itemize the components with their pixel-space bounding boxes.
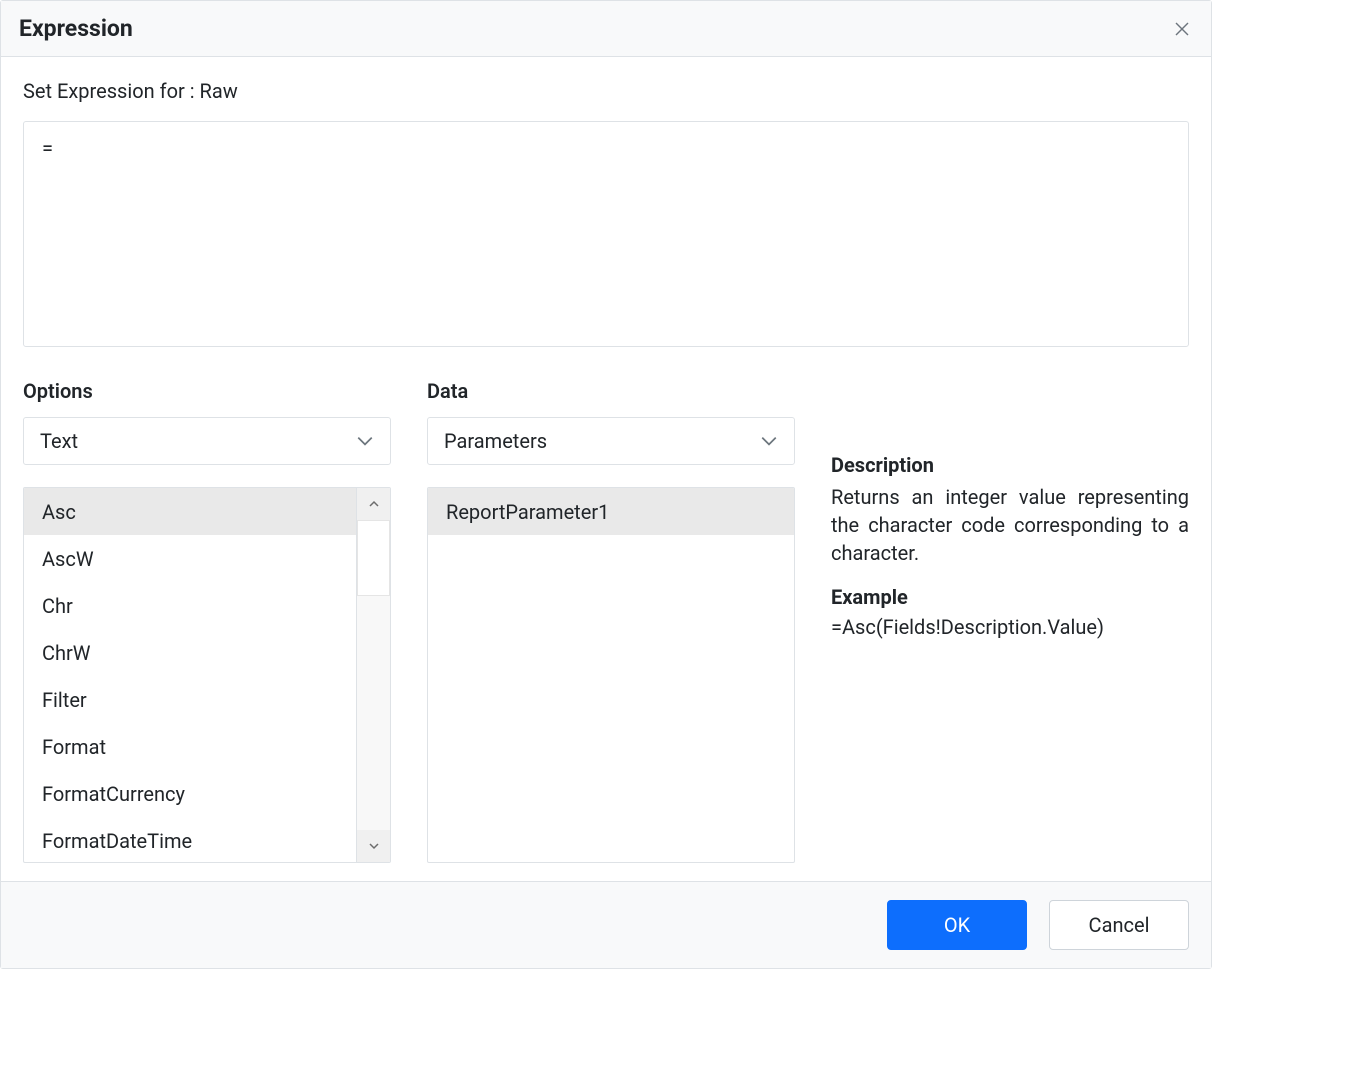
dialog-footer: OK Cancel (1, 881, 1211, 968)
example-title: Example (831, 585, 1189, 609)
options-item-chr[interactable]: Chr (24, 582, 356, 629)
description-text: Returns an integer value representing th… (831, 483, 1189, 567)
data-dropdown[interactable]: Parameters (427, 417, 795, 465)
data-item-reportparameter1[interactable]: ReportParameter1 (428, 488, 794, 535)
options-item-format[interactable]: Format (24, 723, 356, 770)
scroll-up-icon[interactable] (357, 488, 390, 520)
description-title: Description (831, 453, 1189, 477)
options-item-chrw[interactable]: ChrW (24, 629, 356, 676)
chevron-down-icon (760, 432, 778, 450)
expression-input[interactable] (23, 121, 1189, 347)
data-dropdown-value: Parameters (444, 429, 760, 453)
options-item-formatcurrency[interactable]: FormatCurrency (24, 770, 356, 817)
options-item-formatdatetime[interactable]: FormatDateTime (24, 817, 356, 862)
scroll-thumb[interactable] (357, 520, 390, 596)
options-column: Options Text Asc AscW Chr ChrW (23, 379, 391, 863)
options-scrollbar[interactable] (356, 488, 390, 862)
options-item-filter[interactable]: Filter (24, 676, 356, 723)
chevron-down-icon (356, 432, 374, 450)
cancel-button[interactable]: Cancel (1049, 900, 1189, 950)
options-dropdown-value: Text (40, 429, 356, 453)
ok-button[interactable]: OK (887, 900, 1027, 950)
dialog-body: Set Expression for : Raw Options Text As… (1, 57, 1211, 881)
scroll-track[interactable] (357, 520, 390, 830)
description-block: Description Returns an integer value rep… (831, 453, 1189, 639)
options-item-asc[interactable]: Asc (24, 488, 356, 535)
data-column: Data Parameters ReportParameter1 (427, 379, 795, 863)
expression-dialog: Expression Set Expression for : Raw Opti… (0, 0, 1212, 969)
columns: Options Text Asc AscW Chr ChrW (23, 379, 1189, 863)
data-listbox: ReportParameter1 (427, 487, 795, 863)
data-listbox-items: ReportParameter1 (428, 488, 794, 862)
description-column: Description Returns an integer value rep… (831, 379, 1189, 863)
options-item-ascw[interactable]: AscW (24, 535, 356, 582)
data-title: Data (427, 379, 795, 403)
example-text: =Asc(Fields!Description.Value) (831, 615, 1189, 639)
options-dropdown[interactable]: Text (23, 417, 391, 465)
options-listbox-items: Asc AscW Chr ChrW Filter Format FormatCu… (24, 488, 356, 862)
dialog-title: Expression (19, 15, 133, 42)
scroll-down-icon[interactable] (357, 830, 390, 862)
options-title: Options (23, 379, 391, 403)
options-listbox: Asc AscW Chr ChrW Filter Format FormatCu… (23, 487, 391, 863)
set-expression-label: Set Expression for : Raw (23, 79, 1189, 103)
close-icon[interactable] (1173, 20, 1191, 38)
dialog-header: Expression (1, 1, 1211, 57)
